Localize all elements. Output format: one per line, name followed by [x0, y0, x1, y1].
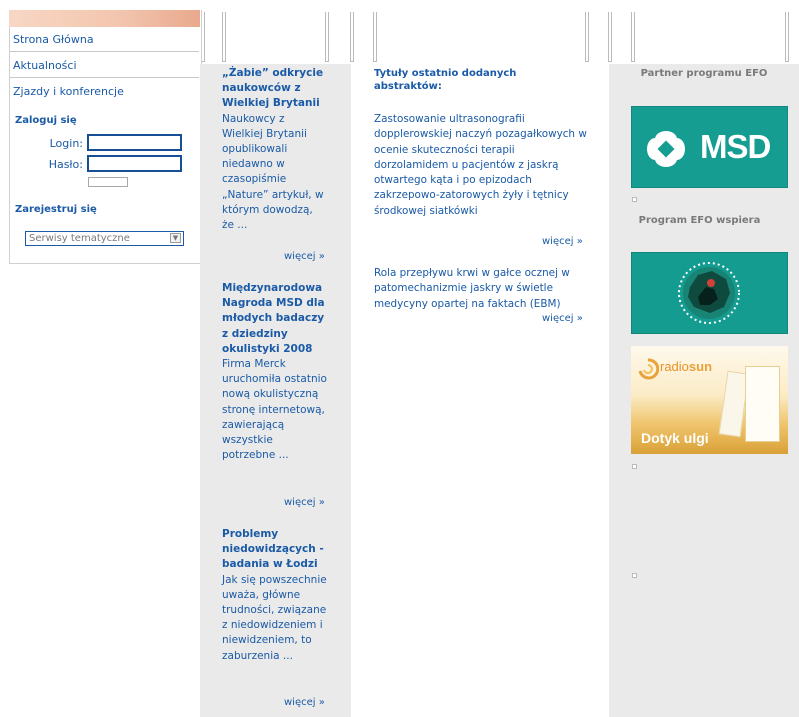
- news-item: „Żabie” odkrycie naukowców z Wielkiej Br…: [222, 66, 328, 233]
- news-title[interactable]: Problemy niedowidzących - badania w Łodz…: [222, 528, 324, 570]
- news-body: Firma Merck uruchomiła ostatnio nową oku…: [222, 358, 327, 462]
- login-label: Login:: [49, 137, 83, 150]
- menu-item-label: Zjazdy i konferencje: [13, 85, 124, 98]
- radiosun-name-part: radio: [660, 359, 689, 374]
- msd-logo-text: MSD: [700, 128, 771, 165]
- radiosun-name: radiosun: [660, 359, 712, 374]
- abstract-more-link[interactable]: więcej »: [542, 236, 583, 247]
- abstract-link[interactable]: Rola przepływu krwi w gałce ocznej w pat…: [374, 266, 590, 312]
- column-cap: [585, 12, 589, 62]
- column-cap: [222, 12, 226, 62]
- column-cap: [350, 12, 354, 62]
- support-heading: Program EFO wspiera: [609, 213, 790, 228]
- topic-services-select[interactable]: Serwisy tematyczne ▼: [25, 231, 184, 246]
- password-input[interactable]: [87, 155, 182, 172]
- radiosun-banner[interactable]: radiosun Dotyk ulgi: [631, 346, 788, 454]
- news-title[interactable]: „Żabie” odkrycie naukowców z Wielkiej Br…: [222, 67, 323, 109]
- chevron-down-icon[interactable]: ▼: [170, 233, 181, 243]
- abstracts-heading: Tytuły ostatnio dodanych abstraktów:: [374, 68, 517, 93]
- menu-item-conferences[interactable]: Zjazdy i konferencje: [10, 79, 199, 104]
- spacer-dot: [632, 464, 637, 469]
- msd-banner[interactable]: MSD: [631, 106, 788, 188]
- login-input[interactable]: [87, 134, 182, 151]
- menu-item-news[interactable]: Aktualności: [10, 53, 199, 78]
- efo-logo-icon: [678, 262, 740, 324]
- login-submit-button[interactable]: [88, 177, 128, 187]
- column-cap: [631, 12, 635, 62]
- news-item: Międzynarodowa Nagroda MSD dla młodych b…: [222, 281, 328, 463]
- column-cap: [608, 12, 612, 62]
- menu-item-label: Strona Główna: [13, 33, 94, 46]
- login-heading: Zaloguj się: [15, 115, 77, 126]
- partner-heading: Partner programu EFO: [609, 66, 799, 81]
- radiosun-name-part: sun: [688, 359, 713, 374]
- abstract-link[interactable]: Zastosowanie ultrasonografii dopplerowsk…: [374, 112, 590, 219]
- menu-item-home[interactable]: Strona Główna: [10, 27, 199, 52]
- news-body: Naukowcy z Wielkiej Brytanii opublikowal…: [222, 112, 324, 232]
- sun-swirl-icon: [638, 358, 659, 380]
- efo-banner[interactable]: [631, 252, 788, 334]
- password-label: Hasło:: [48, 158, 83, 171]
- support-heading-text: Program EFO wspiera: [638, 215, 761, 226]
- spacer-dot: [632, 573, 637, 578]
- column-cap: [373, 12, 377, 62]
- product-box: [745, 366, 780, 442]
- menu-item-label: Aktualności: [13, 59, 77, 72]
- column-cap: [325, 12, 329, 62]
- partner-heading-text: Partner programu EFO: [640, 68, 768, 79]
- msd-logo-icon: [647, 131, 685, 167]
- column-cap: [785, 12, 789, 62]
- abstract-more-link[interactable]: więcej »: [542, 313, 583, 324]
- news-item: Problemy niedowidzących - badania w Łodz…: [222, 527, 328, 664]
- register-link[interactable]: Zarejestruj się: [15, 204, 97, 215]
- spacer-dot: [632, 197, 637, 202]
- select-value: Serwisy tematyczne: [29, 233, 130, 244]
- header-strip: [9, 10, 200, 27]
- radiosun-slogan: Dotyk ulgi: [641, 430, 709, 446]
- news-title[interactable]: Międzynarodowa Nagroda MSD dla młodych b…: [222, 282, 325, 355]
- news-body: Jak się powszechnie uważa, główne trudno…: [222, 573, 327, 662]
